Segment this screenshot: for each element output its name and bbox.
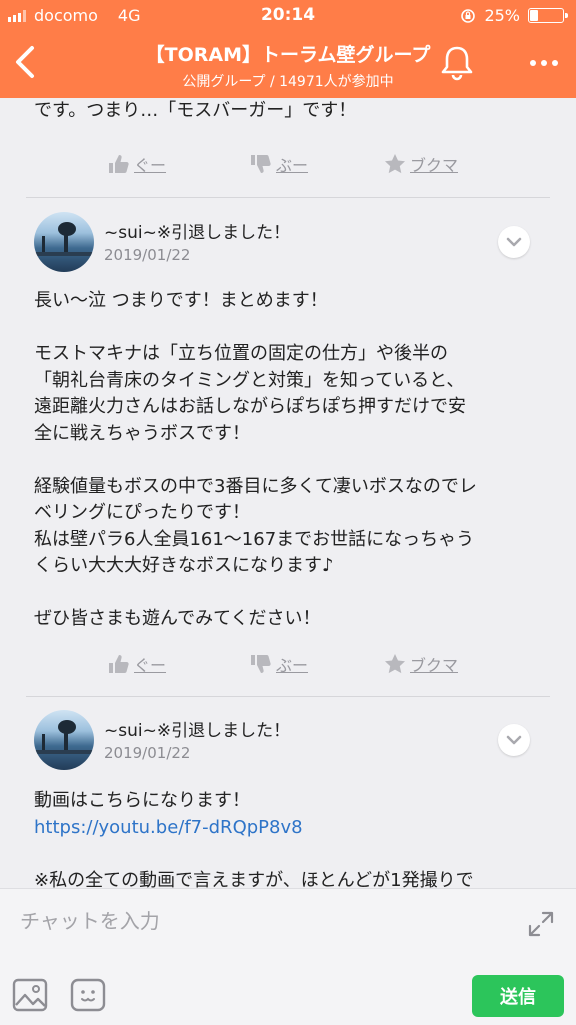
back-arrow-icon[interactable] <box>10 40 40 84</box>
nav-bar: 【TORAM】トーラム壁グループ 公開グループ / 14971人が参加中 <box>0 32 576 98</box>
post-line <box>34 447 546 474</box>
post-actions: ぐー ぶー ブクマ <box>0 152 576 182</box>
expand-icon[interactable] <box>526 909 556 939</box>
sticker-icon[interactable] <box>70 977 106 1013</box>
thumbs-up-icon <box>109 655 129 673</box>
post-divider <box>26 696 550 697</box>
thumbs-down-icon <box>251 155 271 173</box>
app-header: docomo 4G 20:14 25% 【TORAM】トーラム壁グループ 公開グ… <box>0 0 576 98</box>
post-author[interactable]: ~sui~※引退しました！ <box>104 218 290 243</box>
chat-input[interactable]: チャットを入力 <box>20 905 160 934</box>
post-line: くらい大大大好きなボスになります♪ <box>34 555 334 576</box>
image-icon[interactable] <box>12 977 48 1013</box>
chevron-down-icon <box>506 237 522 247</box>
chat-composer: チャットを入力 送信 <box>0 888 576 1025</box>
status-bar: docomo 4G 20:14 25% <box>0 0 576 32</box>
boo-button[interactable]: ぶー <box>250 152 308 176</box>
notification-bell-icon[interactable] <box>438 42 476 82</box>
post-line: 私は壁パラ6人全員161〜167までお世話になっちゃう <box>34 528 475 550</box>
post-date: 2019/01/22 <box>104 744 191 762</box>
good-label: ぐー <box>134 156 167 175</box>
post-author[interactable]: ~sui~※引退しました！ <box>104 716 290 741</box>
bookmark-button[interactable]: ブクマ <box>384 152 458 176</box>
bookmark-label: ブクマ <box>410 656 459 675</box>
good-button[interactable]: ぐー <box>108 152 166 176</box>
post-line: ぜひ皆さまも遊んでみてください！ <box>34 608 321 629</box>
post-options-button[interactable] <box>498 226 530 258</box>
star-icon <box>385 654 405 674</box>
post-text-tail: です。つまり…「モスバーガー」です！ <box>34 100 357 121</box>
post-line: 動画はこちらになります！ <box>34 790 250 811</box>
thumbs-down-icon <box>251 655 271 673</box>
post-date: 2019/01/22 <box>104 246 191 264</box>
group-subtitle: 公開グループ / 14971人が参加中 <box>182 74 394 90</box>
post-line: ベリングにぴったりです！ <box>34 502 250 523</box>
avatar[interactable] <box>34 212 94 272</box>
post-line: 遠距離火力さんはお話しながらぽちぽち押すだけで安 <box>34 396 466 417</box>
post-line <box>34 580 546 607</box>
more-menu-icon[interactable] <box>530 60 558 66</box>
group-title[interactable]: 【TORAM】トーラム壁グループ <box>80 40 496 67</box>
boo-label: ぶー <box>276 656 309 675</box>
avatar[interactable] <box>34 710 94 770</box>
thumbs-up-icon <box>109 155 129 173</box>
battery-icon <box>528 8 568 23</box>
post-body: 動画はこちらになります！ https://youtu.be/f7-dRQpP8v… <box>34 788 546 888</box>
chevron-down-icon <box>506 735 522 745</box>
boo-button[interactable]: ぶー <box>250 652 308 676</box>
good-button[interactable]: ぐー <box>108 652 166 676</box>
post-actions: ぐー ぶー ブクマ <box>0 652 576 682</box>
post-line: モストマキナは「立ち位置の固定の仕方」や後半の <box>34 343 448 364</box>
post-line <box>34 315 546 342</box>
post-line: 「朝礼台青床のタイミングと対策」を知っていると、 <box>34 369 465 391</box>
post-body: 長い〜泣 つまりです！まとめます！ モストマキナは「立ち位置の固定の仕方」や後半… <box>34 288 546 633</box>
good-label: ぐー <box>134 656 167 675</box>
video-link[interactable]: https://youtu.be/f7-dRQpP8v8 <box>34 815 546 842</box>
post-line: 長い〜泣 つまりです！まとめます！ <box>34 290 328 311</box>
chat-feed[interactable]: です。つまり…「モスバーガー」です！ ぐー ぶー ブクマ ~sui~※引退しまし… <box>0 98 576 888</box>
orientation-lock-icon <box>461 8 476 23</box>
bookmark-label: ブクマ <box>410 156 459 175</box>
boo-label: ぶー <box>276 156 309 175</box>
bookmark-button[interactable]: ブクマ <box>384 652 458 676</box>
post-line <box>34 841 546 868</box>
post-line: 全に戦えちゃうボスです！ <box>34 422 250 444</box>
star-icon <box>385 154 405 174</box>
battery-percent: 25% <box>484 6 520 25</box>
post-line: 経験値量もボスの中で3番目に多くて凄いボスなのでレ <box>34 475 477 497</box>
post-line: ※私の全ての動画で言えますが、ほとんどが1発撮りで <box>34 869 474 889</box>
post-divider <box>26 197 550 198</box>
post-options-button[interactable] <box>498 724 530 756</box>
send-button[interactable]: 送信 <box>472 975 564 1017</box>
